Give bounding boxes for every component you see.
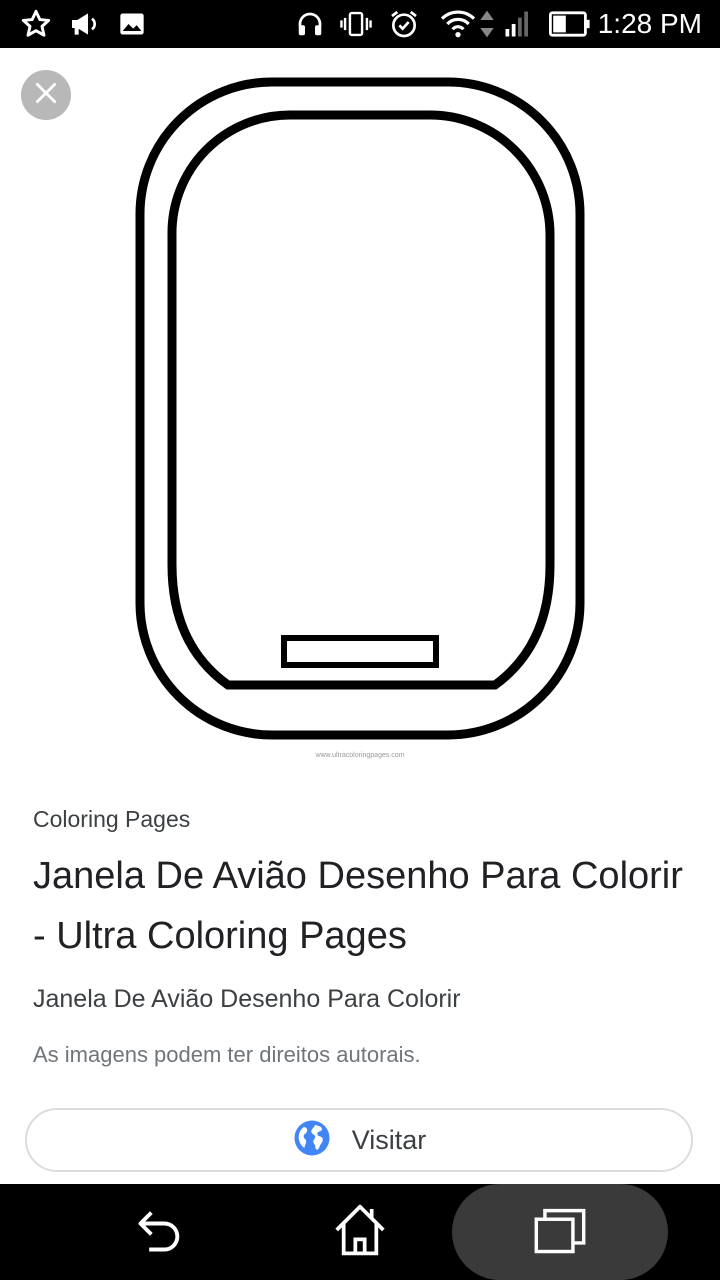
- megaphone-icon: [66, 6, 102, 42]
- home-button[interactable]: [320, 1184, 400, 1280]
- recents-button[interactable]: [520, 1184, 600, 1280]
- image-icon: [116, 6, 148, 42]
- result-subtitle: Janela De Avião Desenho Para Colorir: [33, 985, 461, 1013]
- close-button[interactable]: [21, 70, 71, 120]
- back-icon: [134, 1204, 186, 1261]
- back-button[interactable]: [120, 1184, 200, 1280]
- result-title[interactable]: Janela De Avião Desenho Para Colorir - U…: [33, 846, 693, 966]
- visit-label: Visitar: [351, 1124, 427, 1155]
- headset-icon: [294, 6, 326, 42]
- source-label[interactable]: Coloring Pages: [33, 806, 190, 833]
- star-icon: [18, 6, 54, 42]
- copyright-notice: As imagens podem ter direitos autorais.: [33, 1042, 421, 1067]
- home-icon: [332, 1202, 388, 1263]
- close-icon: [33, 80, 59, 111]
- globe-icon: [292, 1118, 332, 1163]
- preview-watermark: www.ultracoloringpages.com: [314, 752, 404, 759]
- alarm-icon: [386, 6, 422, 42]
- recents-icon: [532, 1204, 588, 1261]
- clock-time: 1:28 PM: [597, 8, 702, 39]
- vibrate-icon: [338, 6, 374, 42]
- airplane-window-drawing: www.ultracoloringpages.com: [135, 77, 585, 759]
- data-arrows-icon: [478, 6, 496, 42]
- image-preview[interactable]: www.ultracoloringpages.com: [120, 60, 600, 780]
- visit-button[interactable]: Visitar: [25, 1108, 693, 1172]
- battery-icon: [548, 6, 592, 42]
- status-bar: 1:28 PM: [0, 0, 720, 48]
- signal-icon: [500, 6, 536, 42]
- wifi-icon: [438, 6, 478, 42]
